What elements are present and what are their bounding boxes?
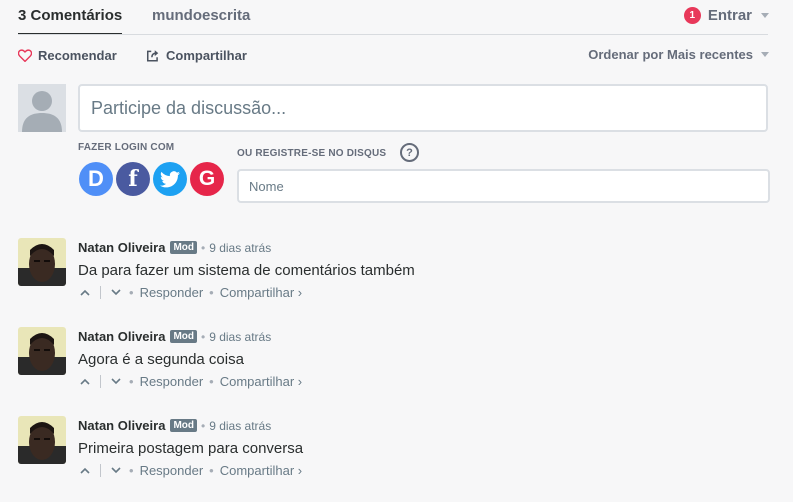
comment-text: Da para fazer um sistema de comentários … [78,262,415,279]
mod-badge: Mod [170,330,197,343]
avatar[interactable] [18,416,66,464]
avatar[interactable] [18,327,66,375]
facebook-login-icon[interactable]: f [116,162,150,196]
comment-share-button[interactable]: Compartilhar › [220,285,302,300]
tab-comments[interactable]: 3 Comentários [18,7,122,24]
user-photo-icon [18,416,66,464]
share-button[interactable]: Compartilhar [146,48,247,63]
recommend-button[interactable]: Recomendar [18,48,117,63]
reply-button[interactable]: Responder [140,374,204,389]
comment-item: Natan Oliveira Mod • 9 dias atrás Primei… [18,416,768,486]
separator-dot: • [209,374,214,389]
help-icon[interactable]: ? [400,143,419,162]
name-input[interactable]: Nome [237,169,770,203]
comment-time[interactable]: 9 dias atrás [209,330,271,344]
comment-time[interactable]: 9 dias atrás [209,419,271,433]
chevron-down-icon [761,52,769,57]
register-label: OU REGISTRE-SE NO DISQUS [237,148,387,159]
sort-label: Ordenar por Mais recentes [588,47,753,62]
user-photo-icon [18,238,66,286]
chevron-down-icon [761,12,769,18]
separator-dot: • [129,463,134,478]
downvote-icon[interactable] [109,286,123,300]
login-with-label: FAZER LOGIN COM [78,142,175,153]
disqus-login-icon[interactable]: D [79,162,113,196]
comment-text: Agora é a segunda coisa [78,351,244,368]
login-menu[interactable]: 1 Entrar [683,5,769,25]
vote-divider [100,286,101,299]
upvote-icon[interactable] [78,375,92,389]
vote-divider [100,375,101,388]
comment-item: Natan Oliveira Mod • 9 dias atrás Da par… [18,238,768,308]
reply-button[interactable]: Responder [140,285,204,300]
vote-divider [100,464,101,477]
comment-share-button[interactable]: Compartilhar › [220,374,302,389]
mod-badge: Mod [170,241,197,254]
share-label: Compartilhar [166,48,247,63]
comment-text: Primeira postagem para conversa [78,440,304,457]
comment-author[interactable]: Natan Oliveira [78,240,165,255]
comment-item: Natan Oliveira Mod • 9 dias atrás Agora … [18,327,768,397]
downvote-icon[interactable] [109,464,123,478]
separator-dot: • [200,418,206,433]
login-label: Entrar [707,6,752,24]
separator-dot: • [209,463,214,478]
twitter-bird-icon [160,170,180,187]
heart-icon [18,49,32,62]
nav-divider [18,34,768,35]
comment-author[interactable]: Natan Oliveira [78,329,165,344]
reply-button[interactable]: Responder [140,463,204,478]
share-icon [146,50,159,62]
comment-author[interactable]: Natan Oliveira [78,418,165,433]
separator-dot: • [209,285,214,300]
avatar[interactable] [18,238,66,286]
user-icon [18,84,66,132]
separator-dot: • [129,285,134,300]
sort-dropdown[interactable]: Ordenar por Mais recentes [588,47,769,62]
avatar-placeholder [18,84,66,132]
google-login-icon[interactable]: G [190,162,224,196]
twitter-login-icon[interactable] [153,162,187,196]
tab-forum[interactable]: mundoescrita [152,7,250,24]
comment-share-button[interactable]: Compartilhar › [220,463,302,478]
separator-dot: • [129,374,134,389]
downvote-icon[interactable] [109,375,123,389]
comment-input[interactable]: Participe da discussão... [78,84,768,132]
comment-time[interactable]: 9 dias atrás [209,241,271,255]
separator-dot: • [200,329,206,344]
user-photo-icon [18,327,66,375]
upvote-icon[interactable] [78,286,92,300]
mod-badge: Mod [170,419,197,432]
separator-dot: • [200,240,206,255]
upvote-icon[interactable] [78,464,92,478]
recommend-label: Recomendar [38,48,117,63]
notification-badge: 1 [683,6,701,24]
